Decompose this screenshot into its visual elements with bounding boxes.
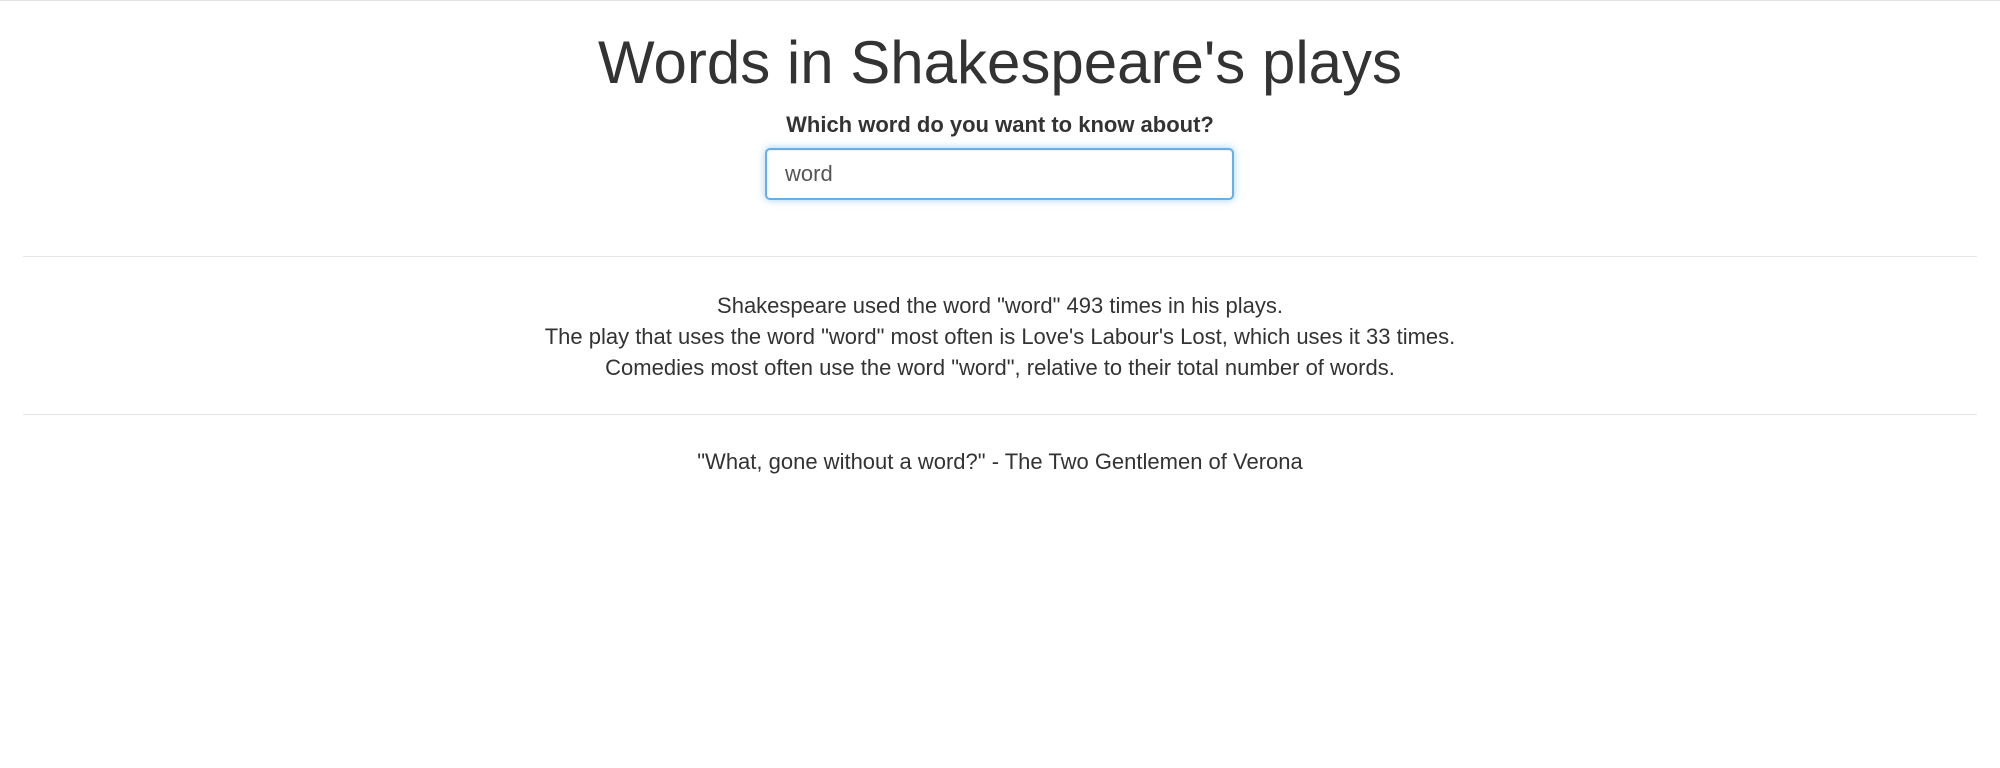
genre-text: Comedies most often use the word "word",… bbox=[605, 355, 1395, 380]
total-count-text: Shakespeare used the word "word" 493 tim… bbox=[717, 293, 1283, 318]
divider-bottom bbox=[23, 414, 1977, 415]
top-play-text: The play that uses the word "word" most … bbox=[544, 324, 1456, 349]
word-question-label: Which word do you want to know about? bbox=[786, 112, 1214, 137]
results-section: Shakespeare used the word "word" 493 tim… bbox=[0, 290, 2000, 383]
divider-top bbox=[23, 256, 1977, 257]
word-input[interactable] bbox=[765, 148, 1234, 200]
quote-text: "What, gone without a word?" - The Two G… bbox=[697, 449, 1303, 474]
page-title: Words in Shakespeare's plays bbox=[597, 29, 1403, 96]
top-border bbox=[0, 0, 2000, 1]
page: Words in Shakespeare's plays Which word … bbox=[0, 0, 2000, 768]
